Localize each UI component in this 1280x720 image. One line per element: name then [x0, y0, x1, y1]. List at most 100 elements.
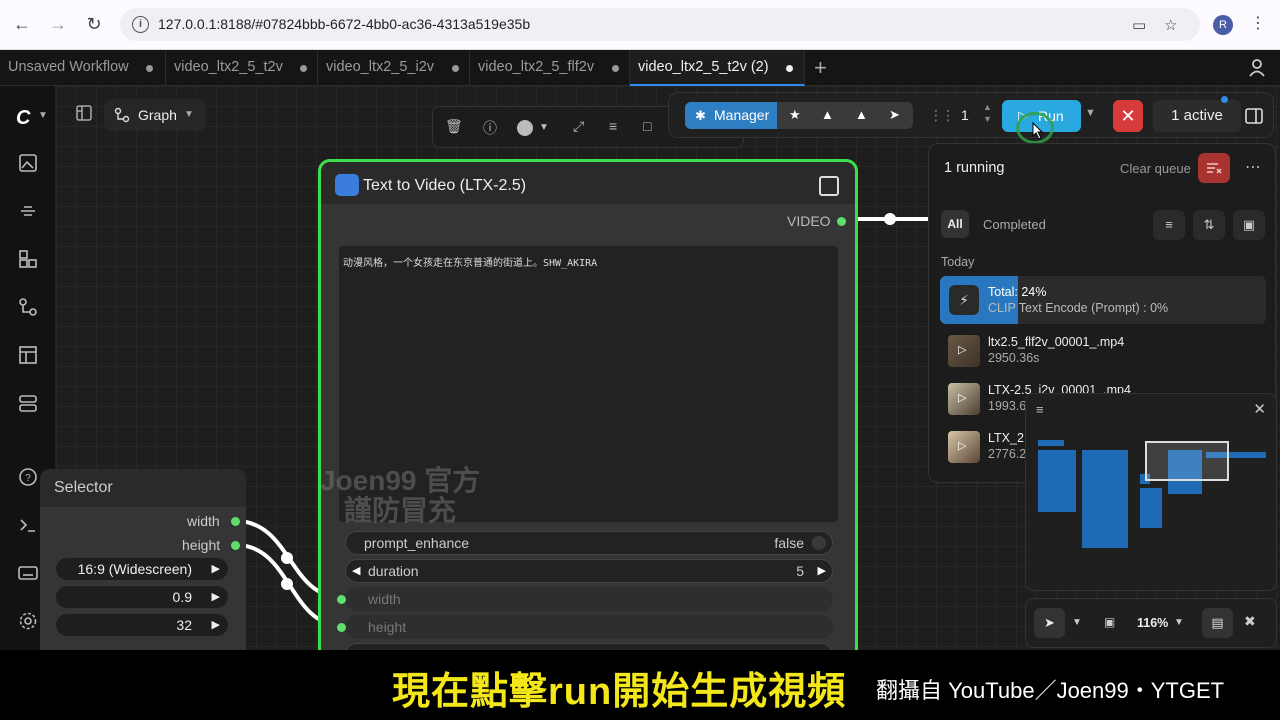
video-output-slot[interactable]: [837, 217, 846, 226]
chevron-down-icon[interactable]: ▼: [1072, 617, 1082, 628]
tab-video-ltx2-5-flf2v[interactable]: video_ltx2_5_flf2v: [470, 50, 630, 86]
address-bar[interactable]: i 127.0.0.1:8188/#07824bbb-6672-4bb0-ac3…: [120, 8, 1200, 41]
width-output-slot[interactable]: [231, 517, 240, 526]
next-arrow-icon[interactable]: ▶: [212, 614, 220, 636]
info-icon[interactable]: ⓘ: [483, 118, 497, 138]
node-header[interactable]: Text to Video (LTX-2.5): [321, 162, 855, 204]
forward-icon[interactable]: →: [46, 12, 70, 36]
duration-stepper[interactable]: ◀ duration 5 ▶: [345, 559, 833, 583]
chevron-down-icon[interactable]: ▼: [1174, 617, 1184, 628]
filter-completed-button[interactable]: Completed: [983, 217, 1046, 232]
gallery-icon[interactable]: ▣: [1233, 210, 1265, 240]
expand-icon[interactable]: [819, 176, 839, 196]
minimap-viewport[interactable]: [1145, 441, 1229, 481]
models-icon[interactable]: [17, 200, 39, 222]
filter-all-button[interactable]: All: [941, 210, 969, 238]
clear-queue-button[interactable]: [1198, 153, 1230, 183]
minimap[interactable]: ≡ ✕: [1025, 393, 1277, 591]
widget-value: false: [774, 535, 804, 551]
model-icon[interactable]: ▲: [855, 107, 868, 122]
running-job[interactable]: ⚡ Total: 24% CLIP Text Encode (Prompt) :…: [940, 276, 1266, 324]
minimap-settings-icon[interactable]: ≡: [1036, 402, 1044, 417]
increment-arrow-icon[interactable]: ▶: [818, 560, 826, 582]
batch-stepper[interactable]: ▲ ▼: [983, 101, 992, 125]
book-icon[interactable]: □: [643, 118, 651, 134]
aspect-ratio-select[interactable]: 16:9 (Widescreen) ▶: [56, 558, 228, 580]
workflows-icon[interactable]: [17, 296, 39, 318]
item-duration: 2950.36s: [988, 351, 1040, 365]
selector-node[interactable]: Selector width height 16:9 (Widescreen) …: [40, 469, 246, 669]
prompt-enhance-toggle[interactable]: prompt_enhance false: [345, 531, 833, 555]
minimap-node: [1038, 450, 1076, 512]
tab-unsaved-workflow[interactable]: Unsaved Workflow: [0, 50, 166, 86]
video-thumbnail: ▷: [948, 383, 980, 415]
user-icon[interactable]: [1248, 58, 1266, 78]
height-input-slot[interactable]: [337, 623, 346, 632]
top-action-bar: ✱ Manager ★ ▲ ▲ ➤ ⋮⋮ 1 ▲ ▼ ▷ Run ▼ ✕ 1 ac…: [668, 92, 1274, 138]
add-tab-icon[interactable]: +: [814, 55, 827, 81]
fit-view-icon[interactable]: ⤢: [573, 118, 584, 135]
multiple-stepper[interactable]: 32 ▶: [56, 614, 228, 636]
toggle-switch[interactable]: [812, 536, 826, 550]
manager-button[interactable]: ✱ Manager: [685, 102, 777, 129]
more-options-icon[interactable]: ⋯: [1245, 157, 1261, 177]
hide-links-icon[interactable]: ✖: [1244, 613, 1256, 630]
profile-avatar[interactable]: R: [1213, 15, 1233, 35]
height-output-slot[interactable]: [231, 541, 240, 550]
images-icon[interactable]: [17, 152, 39, 174]
share-icon[interactable]: ➤: [889, 107, 900, 123]
next-arrow-icon[interactable]: ▶: [212, 586, 220, 608]
decrement-arrow-icon[interactable]: ◀: [352, 560, 360, 582]
node-icon[interactable]: ▲: [821, 107, 834, 122]
comfy-logo-icon[interactable]: C: [16, 107, 30, 130]
chevron-down-icon[interactable]: ▼: [38, 110, 48, 121]
text-to-video-node[interactable]: Text to Video (LTX-2.5) VIDEO 动漫风格，一个女孩走…: [318, 159, 858, 679]
select-tool-icon[interactable]: ➤: [1034, 608, 1065, 638]
panel-layout-icon[interactable]: [76, 105, 92, 124]
bookmark-star-icon[interactable]: ☆: [1164, 16, 1177, 34]
graph-label: Graph: [138, 107, 177, 123]
batch-count[interactable]: 1: [961, 107, 969, 123]
node-header[interactable]: Selector: [40, 469, 246, 507]
fit-view-icon[interactable]: ▣: [1104, 615, 1115, 629]
scale-stepper[interactable]: 0.9 ▶: [56, 586, 228, 608]
node-library-icon[interactable]: [17, 248, 39, 270]
site-info-icon[interactable]: i: [132, 16, 149, 33]
back-icon[interactable]: ←: [10, 12, 34, 36]
widget-value: 0.9: [172, 589, 192, 605]
browser-chrome: ← → ↻ i 127.0.0.1:8188/#07824bbb-6672-4b…: [0, 0, 1280, 50]
help-icon[interactable]: ?: [17, 466, 39, 488]
terminal-icon[interactable]: [17, 514, 39, 536]
width-input-slot[interactable]: [337, 595, 346, 604]
sort-icon[interactable]: ⇅: [1193, 210, 1225, 240]
tab-video-ltx2-5-t2v[interactable]: video_ltx2_5_t2v: [166, 50, 318, 86]
color-picker-icon[interactable]: [517, 120, 533, 136]
run-options-chevron-icon[interactable]: ▼: [1085, 107, 1096, 119]
keyboard-icon[interactable]: [17, 562, 39, 584]
next-arrow-icon[interactable]: ▶: [212, 558, 220, 580]
list-item[interactable]: ▷ ltx2.5_flf2v_00001_.mp4 2950.36s: [948, 331, 1248, 371]
minimap-toggle-icon[interactable]: ▤: [1202, 608, 1233, 638]
templates-icon[interactable]: [17, 344, 39, 366]
browser-menu-icon[interactable]: ⋮: [1250, 13, 1266, 33]
active-queue-button[interactable]: 1 active: [1153, 100, 1241, 132]
close-icon[interactable]: ✕: [1253, 400, 1266, 418]
cast-icon[interactable]: ▭: [1132, 16, 1146, 34]
star-icon[interactable]: ★: [789, 107, 801, 123]
chevron-down-icon[interactable]: ▼: [539, 122, 549, 133]
graph-mode-button[interactable]: Graph ▼: [104, 99, 206, 131]
tab-video-ltx2-5-i2v[interactable]: video_ltx2_5_i2v: [318, 50, 470, 86]
play-icon: ▷: [958, 392, 967, 404]
tab-video-ltx2-5-t2v-2[interactable]: video_ltx2_5_t2v (2): [630, 50, 805, 86]
settings-gear-icon[interactable]: [17, 610, 39, 632]
interrupt-button[interactable]: ✕: [1113, 100, 1143, 132]
reload-icon[interactable]: ↻: [82, 12, 106, 36]
zoom-level[interactable]: 116%: [1137, 616, 1168, 630]
queue-icon[interactable]: [17, 392, 39, 414]
toggle-side-panel-icon[interactable]: [1245, 107, 1263, 128]
delete-icon[interactable]: 🗑: [445, 118, 463, 135]
drag-handle-icon[interactable]: ⋮⋮: [929, 107, 955, 124]
adjust-icon[interactable]: ≡: [609, 118, 617, 134]
tab-label: Unsaved Workflow: [8, 59, 129, 75]
filter-icon[interactable]: ≡: [1153, 210, 1185, 240]
